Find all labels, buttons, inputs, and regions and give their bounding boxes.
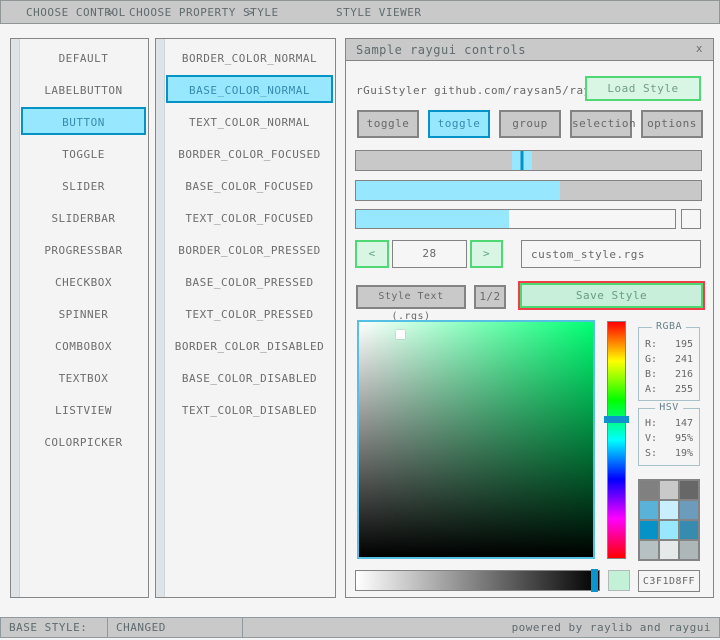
progress-checkbox[interactable] (681, 209, 701, 229)
control-item-listview[interactable]: LISTVIEW (21, 395, 146, 423)
toggle-option-group[interactable]: group (499, 110, 561, 138)
controls-list-panel: DEFAULT LABELBUTTON BUTTON TOGGLE SLIDER SLID… (10, 38, 149, 598)
alpha-bar-handle[interactable] (591, 569, 598, 592)
color-swatch[interactable] (660, 481, 678, 499)
property-item-base_color_disabled[interactable]: BASE_COLOR_DISABLED (166, 363, 333, 391)
color-swatch[interactable] (660, 541, 678, 559)
control-item-colorpicker[interactable]: COLORPICKER (21, 427, 146, 455)
hsv-title: HSV (655, 402, 683, 413)
color-picker-sv-square[interactable] (357, 320, 595, 559)
color-swatch[interactable] (680, 501, 698, 519)
style-text-button[interactable]: Style Text (.rgs) (356, 285, 466, 309)
color-swatch[interactable] (640, 521, 658, 539)
color-swatch[interactable] (660, 501, 678, 519)
status-credits: powered by raylib and raygui (242, 617, 720, 638)
hsv-value-row: V:95% (639, 431, 699, 446)
controls-scrollbar-track[interactable] (11, 39, 20, 597)
chevron-right-icon: > (247, 6, 254, 19)
property-item-text_color_focused[interactable]: TEXT_COLOR_FOCUSED (166, 203, 333, 231)
alpha-bar[interactable] (355, 570, 600, 591)
page-indicator-button[interactable]: 1/2 (474, 285, 506, 309)
window-title: Sample raygui controls (356, 43, 526, 57)
control-item-default[interactable]: DEFAULT (21, 43, 146, 71)
progressbar-fill (356, 210, 509, 228)
top-steps-bar: CHOOSE CONTROL > CHOOSE PROPERTY STYLE >… (0, 0, 720, 24)
color-swatch[interactable] (640, 501, 658, 519)
rgba-value-row: G:241 (639, 352, 699, 367)
color-swatch[interactable] (640, 481, 658, 499)
property-item-border_color_focused[interactable]: BORDER_COLOR_FOCUSED (166, 139, 333, 167)
properties-scrollbar-track[interactable] (156, 39, 165, 597)
slider[interactable] (355, 150, 702, 171)
step-choose-property-style: CHOOSE PROPERTY STYLE (129, 6, 279, 19)
spinner-increment-button[interactable]: > (470, 240, 503, 268)
toggle-option-selection[interactable]: selection (570, 110, 632, 138)
control-item-progressbar[interactable]: PROGRESSBAR (21, 235, 146, 263)
rguistyler-app: CHOOSE CONTROL > CHOOSE PROPERTY STYLE >… (0, 0, 720, 640)
control-item-combobox[interactable]: COMBOBOX (21, 331, 146, 359)
styler-label: rGuiStyler (356, 84, 427, 97)
control-item-slider[interactable]: SLIDER (21, 171, 146, 199)
spinner-decrement-button[interactable]: < (355, 240, 389, 268)
status-changed-properties: CHANGED PROPERTIES: 002 (107, 617, 243, 638)
close-icon[interactable]: x (696, 42, 703, 55)
rgba-groupbox: RGBA R:195G:241B:216A:255 (638, 327, 700, 401)
property-item-border_color_pressed[interactable]: BORDER_COLOR_PRESSED (166, 235, 333, 263)
hex-color-input[interactable] (638, 570, 700, 592)
step-style-viewer: STYLE VIEWER (336, 6, 421, 19)
chevron-right-icon: > (107, 6, 114, 19)
color-swatch[interactable] (660, 521, 678, 539)
save-style-button[interactable]: Save Style (520, 283, 703, 308)
property-item-text_color_disabled[interactable]: TEXT_COLOR_DISABLED (166, 395, 333, 423)
hsv-value-row: S:19% (639, 446, 699, 461)
window-titlebar[interactable]: Sample raygui controls x (346, 39, 713, 61)
controls-list: DEFAULT LABELBUTTON BUTTON TOGGLE SLIDER SLID… (21, 43, 146, 459)
slider-handle[interactable] (512, 151, 532, 170)
sliderbar-fill (356, 181, 560, 200)
control-item-toggle[interactable]: TOGGLE (21, 139, 146, 167)
color-swatch[interactable] (680, 521, 698, 539)
hue-bar-handle[interactable] (604, 416, 629, 423)
hue-bar[interactable] (607, 321, 626, 559)
toggle-option-toggle[interactable]: toggle (428, 110, 490, 138)
progressbar (355, 209, 676, 229)
toggle-option-options[interactable]: options (641, 110, 703, 138)
control-item-button[interactable]: BUTTON (21, 107, 146, 135)
color-swatch[interactable] (640, 541, 658, 559)
property-item-border_color_disabled[interactable]: BORDER_COLOR_DISABLED (166, 331, 333, 359)
rgba-value-row: R:195 (639, 337, 699, 352)
load-style-button[interactable]: Load Style (585, 76, 701, 101)
toggle-option-toggle[interactable]: toggle (357, 110, 419, 138)
control-item-labelbutton[interactable]: LABELBUTTON (21, 75, 146, 103)
control-item-checkbox[interactable]: CHECKBOX (21, 267, 146, 295)
style-color-palette (638, 479, 700, 561)
spinner-value[interactable]: 28 (392, 240, 467, 268)
sliderbar[interactable] (355, 180, 702, 201)
color-picker-selector[interactable] (396, 330, 405, 339)
hsv-groupbox: HSV H:147V:95%S:19% (638, 408, 700, 466)
properties-list-panel: BORDER_COLOR_NORMAL BASE_COLOR_NORMAL TEXT… (155, 38, 336, 598)
control-item-spinner[interactable]: SPINNER (21, 299, 146, 327)
property-item-base_color_normal[interactable]: BASE_COLOR_NORMAL (166, 75, 333, 103)
property-item-base_color_focused[interactable]: BASE_COLOR_FOCUSED (166, 171, 333, 199)
hsv-value-row: H:147 (639, 416, 699, 431)
property-item-border_color_normal[interactable]: BORDER_COLOR_NORMAL (166, 43, 333, 71)
property-item-base_color_pressed[interactable]: BASE_COLOR_PRESSED (166, 267, 333, 295)
property-item-text_color_pressed[interactable]: TEXT_COLOR_PRESSED (166, 299, 333, 327)
current-color-swatch (608, 570, 630, 591)
rgba-title: RGBA (652, 321, 686, 332)
filename-input[interactable] (521, 240, 701, 268)
toggle-group: toggle toggle group selection options (357, 110, 703, 138)
color-swatch[interactable] (680, 481, 698, 499)
save-style-focus-frame: Save Style (518, 281, 705, 310)
properties-list: BORDER_COLOR_NORMAL BASE_COLOR_NORMAL TEXT… (166, 43, 333, 427)
rgba-value-row: B:216 (639, 367, 699, 382)
status-base-style: BASE STYLE: DARK (0, 617, 108, 638)
control-item-sliderbar[interactable]: SLIDERBAR (21, 203, 146, 231)
control-item-textbox[interactable]: TEXTBOX (21, 363, 146, 391)
property-item-text_color_normal[interactable]: TEXT_COLOR_NORMAL (166, 107, 333, 135)
rgba-value-row: A:255 (639, 382, 699, 397)
sample-controls-window: Sample raygui controls x rGuiStyler gith… (345, 38, 714, 598)
color-swatch[interactable] (680, 541, 698, 559)
